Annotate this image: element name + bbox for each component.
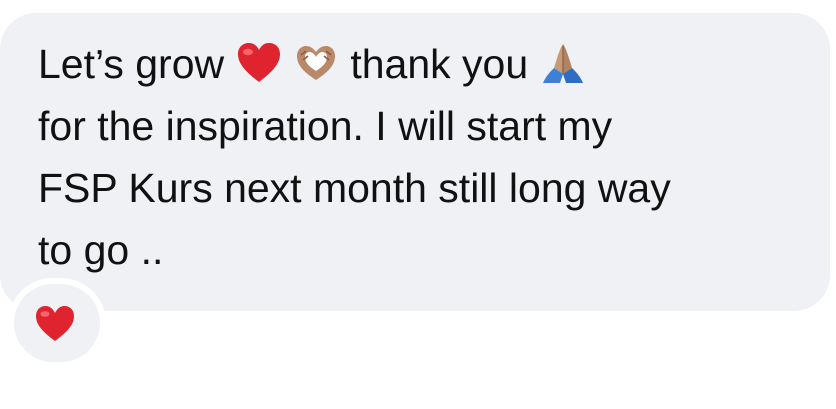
message-line-3: FSP Kurs next month still long way: [38, 165, 671, 211]
message-segment-2: thank you: [350, 41, 540, 87]
message-line-2: for the inspiration. I will start my: [38, 103, 613, 149]
heart-hands-icon: [293, 40, 339, 86]
message-segment-1: Let’s grow: [38, 41, 236, 87]
message-text: Let’s grow thank you for the inspiration…: [38, 33, 808, 281]
message-line-1: Let’s grow thank you: [38, 33, 808, 95]
red-heart-icon: [236, 40, 282, 86]
message-line-4: to go ..: [38, 227, 164, 273]
red-heart-icon: [34, 304, 76, 344]
folded-hands-icon: [540, 40, 586, 86]
reaction-badge[interactable]: [14, 284, 100, 362]
